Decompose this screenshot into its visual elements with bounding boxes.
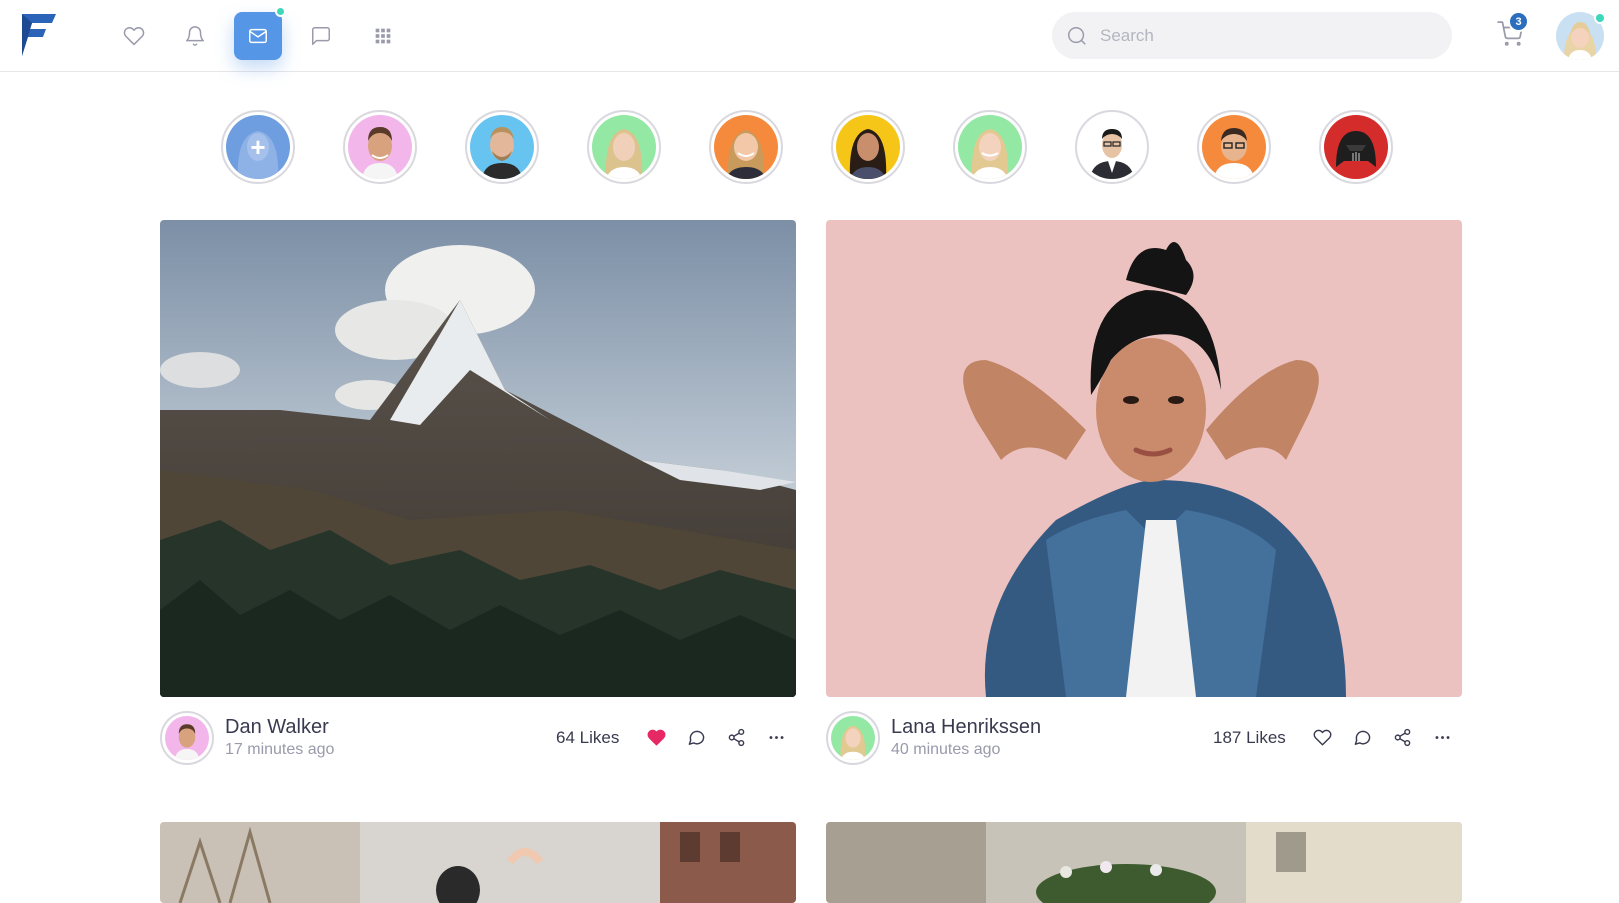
more-options-button[interactable] <box>1427 722 1457 752</box>
search-input[interactable] <box>1100 25 1420 46</box>
post-timestamp: 17 minutes ago <box>225 741 335 758</box>
story-avatar <box>470 115 534 179</box>
story-avatar <box>1202 115 1266 179</box>
story-avatar <box>348 115 412 179</box>
mountain-landscape-image <box>160 220 796 697</box>
like-button[interactable] <box>1307 722 1337 752</box>
likes-count: 64 Likes <box>556 728 620 747</box>
search-bar <box>1052 12 1452 59</box>
apps-grid-icon <box>375 28 391 44</box>
story-item[interactable] <box>587 110 661 184</box>
comment-button[interactable] <box>681 722 711 752</box>
post-image[interactable] <box>826 822 1462 903</box>
street-flowers-image <box>826 822 1462 903</box>
story-item[interactable] <box>465 110 539 184</box>
search-icon <box>1068 26 1086 45</box>
author-avatar-image <box>831 716 875 760</box>
share-button[interactable] <box>1387 722 1417 752</box>
story-item[interactable] <box>343 110 417 184</box>
likes-count: 187 Likes <box>1213 728 1286 747</box>
envelope-icon <box>249 28 267 44</box>
heart-filled-icon <box>647 729 665 745</box>
story-item[interactable] <box>1319 110 1393 184</box>
post-author-avatar[interactable] <box>160 711 214 765</box>
more-options-button[interactable] <box>761 722 791 752</box>
apps-button[interactable] <box>359 12 407 60</box>
heart-icon <box>1313 729 1331 745</box>
bell-icon <box>186 26 204 46</box>
add-story-button[interactable]: + <box>221 110 295 184</box>
post-author-name[interactable]: Dan Walker <box>225 716 329 739</box>
heart-icon <box>123 27 145 46</box>
post-author-name[interactable]: Lana Henrikssen <box>891 716 1041 739</box>
share-icon <box>728 728 744 746</box>
post-author-avatar[interactable] <box>826 711 880 765</box>
story-item[interactable] <box>709 110 783 184</box>
story-avatar <box>714 115 778 179</box>
more-dots-icon <box>1435 735 1449 739</box>
like-button[interactable] <box>641 722 671 752</box>
notifications-button[interactable] <box>171 12 219 60</box>
story-avatar <box>836 115 900 179</box>
story-item[interactable] <box>1197 110 1271 184</box>
messages-indicator-dot <box>275 6 286 17</box>
story-avatar <box>1324 115 1388 179</box>
story-item[interactable] <box>953 110 1027 184</box>
story-item[interactable] <box>831 110 905 184</box>
more-dots-icon <box>769 735 783 739</box>
cart-count-badge: 3 <box>1508 11 1529 32</box>
messages-button[interactable] <box>234 12 282 60</box>
plus-icon: + <box>250 131 266 162</box>
street-scene-image <box>160 822 796 903</box>
post-image[interactable] <box>826 220 1462 697</box>
post-image[interactable] <box>160 822 796 903</box>
comment-icon <box>688 730 704 745</box>
woman-portrait-image <box>826 220 1462 697</box>
online-status-dot <box>1594 12 1606 24</box>
share-button[interactable] <box>721 722 751 752</box>
share-icon <box>1394 728 1410 746</box>
story-avatar <box>592 115 656 179</box>
story-avatar <box>1080 115 1144 179</box>
comment-button[interactable] <box>1347 722 1377 752</box>
post-timestamp: 40 minutes ago <box>891 741 1001 758</box>
app-logo-icon[interactable] <box>20 14 58 56</box>
chat-icon <box>312 27 330 45</box>
heart-nav-button[interactable] <box>110 12 158 60</box>
story-item[interactable] <box>1075 110 1149 184</box>
top-navbar: 3 <box>0 0 1619 72</box>
post-image[interactable] <box>160 220 796 697</box>
author-avatar-image <box>165 716 209 760</box>
comment-icon <box>1354 730 1370 745</box>
chat-button[interactable] <box>297 12 345 60</box>
story-avatar <box>958 115 1022 179</box>
